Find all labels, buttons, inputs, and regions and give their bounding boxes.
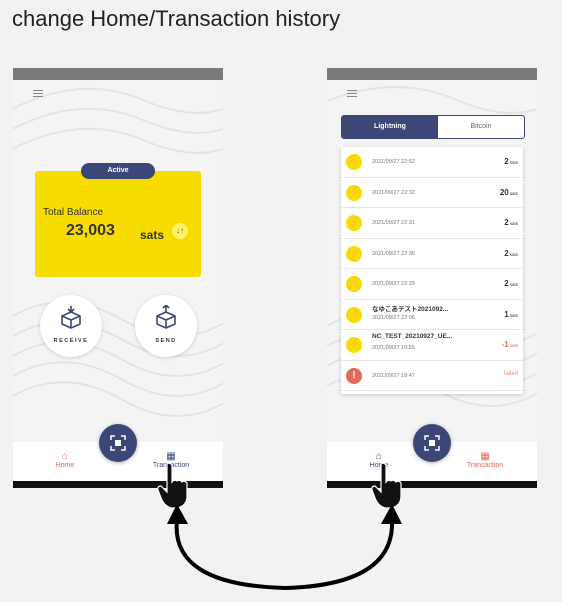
balance-unit: sats: [140, 228, 165, 242]
nav-transaction-label: Transaction: [466, 462, 504, 469]
nav-transaction[interactable]: ▦ Transaction: [455, 451, 515, 470]
lightning-icon: ⚡: [346, 184, 362, 201]
list-item[interactable]: ⚡ 2021/09/27 22:52 2sats: [341, 147, 523, 178]
tx-amount: 1sats: [504, 309, 518, 319]
list-item[interactable]: ⚡ なゆこあテスト2021092... 2021/09/27 22:06 1sa…: [341, 300, 523, 330]
tab-lightning[interactable]: Lightning: [342, 116, 438, 138]
send-button[interactable]: SEND: [135, 295, 197, 357]
hamburger-menu-icon[interactable]: [347, 90, 357, 99]
home-icon: ⌂: [61, 451, 69, 462]
tx-date: 2021/09/27 22:31: [372, 220, 415, 226]
qr-scan-icon: [110, 435, 126, 451]
qr-scan-button[interactable]: [99, 424, 137, 462]
list-item[interactable]: ⚡ 2021/09/27 22:29 2sats: [341, 269, 523, 300]
tx-date: 2021/09/27 22:29: [372, 281, 415, 287]
status-bar: [327, 68, 537, 80]
status-badge: Active: [81, 163, 155, 179]
tx-amount: 2sats: [504, 248, 518, 258]
tx-date: 2021/09/27 22:06: [372, 314, 415, 321]
tx-amount: 20sats: [499, 187, 518, 197]
tx-amount: -1sats: [501, 340, 518, 349]
list-item[interactable]: ⚡ 2021/09/27 22:32 20sats: [341, 178, 523, 208]
page-title: change Home/Transaction history: [12, 6, 341, 31]
tx-amount: 2sats: [504, 218, 518, 227]
nav-home[interactable]: ⌂ Home: [35, 451, 95, 470]
list-item[interactable]: !: [341, 391, 523, 394]
tx-amount: 2sats: [504, 157, 518, 166]
receive-box-icon: [61, 306, 81, 329]
total-balance-amount: 23,003: [66, 222, 115, 239]
network-tabs: Lightning Bitcoin: [341, 115, 525, 139]
list-item[interactable]: ! 2021/09/27 19:47 failed: [341, 361, 523, 391]
tx-date: 2021/09/27 22:32: [372, 189, 415, 196]
transaction-list: ⚡ 2021/09/27 22:52 2sats ⚡ 2021/09/27 22…: [341, 147, 523, 394]
tx-title: NC_TEST_20210927_UE...: [372, 333, 453, 340]
tx-title: なゆこあテスト2021092...: [372, 305, 449, 313]
nav-home-label: Home: [55, 462, 75, 469]
nav-bottom-bar: [327, 481, 537, 488]
list-item[interactable]: ⚡ 2021/09/27 22:31 2sats: [341, 208, 523, 239]
lightning-icon: ⚡: [346, 337, 362, 353]
tx-amount: 2sats: [504, 279, 518, 288]
tab-bitcoin[interactable]: Bitcoin: [438, 116, 524, 138]
lightning-icon: ⚡: [346, 154, 362, 170]
tx-date: 2021/09/27 19:55: [372, 345, 415, 351]
status-bar: [13, 68, 223, 80]
pointing-hand-icon: [371, 462, 402, 509]
tx-date: 2021/09/27 19:47: [372, 372, 415, 379]
receive-button[interactable]: RECEIVE: [40, 295, 102, 357]
tx-date: 2021/09/27 22:52: [372, 159, 415, 165]
list-item[interactable]: ⚡ 2021/09/27 22:30 2sats: [341, 239, 523, 269]
receive-label: RECEIVE: [53, 338, 89, 344]
list-item[interactable]: ⚡ NC_TEST_20210927_UE... 2021/09/27 19:5…: [341, 330, 523, 361]
tx-status: failed: [503, 370, 518, 377]
lightning-icon: ⚡: [346, 215, 362, 231]
pointing-hand-icon: [157, 462, 188, 509]
lightning-icon: ⚡: [346, 245, 362, 262]
qr-scan-icon: [424, 435, 440, 451]
home-screen: Active Total Balance 23,003 sats ↓↑ RECE…: [13, 68, 223, 488]
grid-icon: ▦: [166, 451, 176, 462]
qr-scan-button[interactable]: [413, 424, 451, 462]
grid-icon: ▦: [480, 451, 490, 462]
error-icon: !: [346, 367, 362, 384]
lightning-icon: ⚡: [346, 276, 362, 292]
send-label: SEND: [155, 338, 177, 344]
send-box-icon: [156, 305, 176, 329]
home-icon: ⌂: [375, 451, 383, 462]
transaction-screen: Lightning Bitcoin ⚡ 2021/09/27 22:52 2sa…: [327, 68, 537, 488]
hamburger-menu-icon[interactable]: [33, 90, 43, 99]
lightning-icon: ⚡: [346, 306, 362, 323]
swap-arrows-icon[interactable]: ↓↑: [172, 223, 188, 239]
tx-date: 2021/09/27 22:30: [372, 250, 415, 257]
total-balance-label: Total Balance: [43, 207, 104, 218]
